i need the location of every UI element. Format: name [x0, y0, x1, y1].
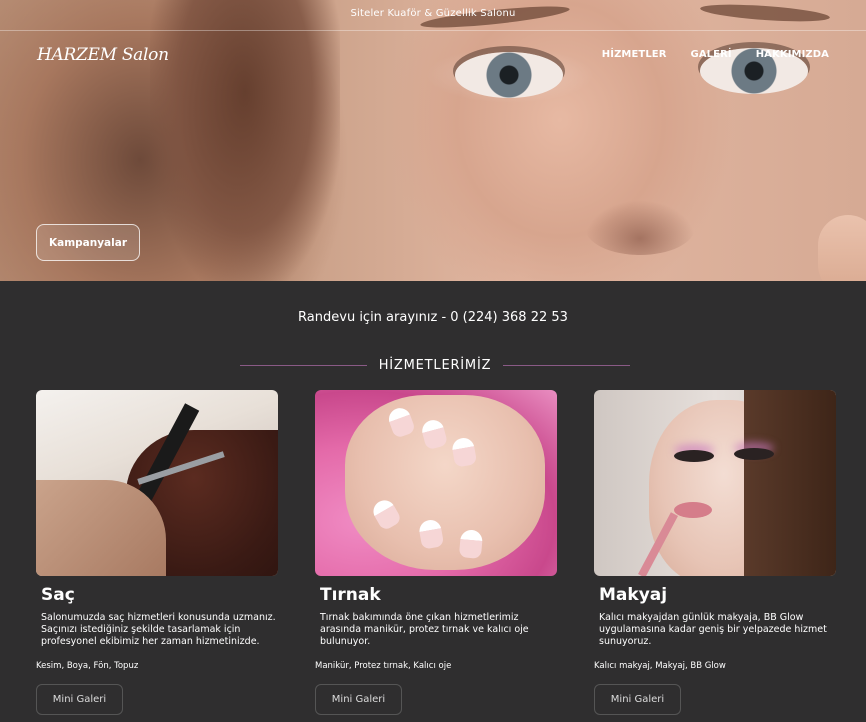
campaigns-button[interactable]: Kampanyalar — [36, 224, 140, 261]
heading-divider-left — [240, 365, 367, 366]
hero-image-hair — [150, 0, 340, 281]
hero-image-hand — [818, 215, 866, 281]
service-description: Kalıcı makyajdan günlük makyaja, BB Glow… — [599, 612, 827, 647]
mini-gallery-button-makeup[interactable]: Mini Galeri — [594, 684, 681, 715]
mini-gallery-button-nails[interactable]: Mini Galeri — [315, 684, 402, 715]
site-logo[interactable]: HARZEM Salon — [37, 45, 169, 65]
service-description: Tırnak bakımında öne çıkan hizmetlerimiz… — [320, 612, 529, 647]
nav-link-gallery[interactable]: GALERİ — [691, 49, 732, 60]
makeup-photo-hair — [744, 390, 836, 576]
makeup-photo-eye — [734, 448, 774, 460]
nails-photo-hand — [345, 395, 545, 570]
hero-image-nose — [585, 200, 695, 255]
services-heading-text: HİZMETLERİMİZ — [378, 358, 492, 373]
makeup-photo-lips — [674, 502, 712, 518]
services-heading: HİZMETLERİMİZ — [240, 358, 631, 373]
service-card-nails: Tırnak Tırnak bakımında öne çıkan hizmet… — [315, 390, 557, 715]
service-tags: Kesim, Boya, Fön, Topuz — [36, 661, 139, 671]
nav-link-about[interactable]: HAKKIMIZDA — [756, 49, 829, 60]
site-tagline: Siteler Kuaför & Güzellik Salonu — [350, 8, 516, 19]
header-divider — [0, 30, 866, 31]
service-title: Makyaj — [599, 585, 668, 605]
main-nav: HİZMETLER GALERİ HAKKIMIZDA — [602, 49, 829, 60]
nails-photo-nail — [458, 529, 484, 559]
service-title: Saç — [41, 585, 75, 605]
service-image-hair — [36, 390, 278, 576]
service-card-makeup: Makyaj Kalıcı makyajdan günlük makyaja, … — [594, 390, 836, 715]
service-tags: Kalıcı makyaj, Makyaj, BB Glow — [594, 661, 726, 671]
hero-image-eye-left — [455, 52, 563, 98]
hero-banner: Siteler Kuaför & Güzellik Salonu HARZEM … — [0, 0, 866, 281]
mini-gallery-button-hair[interactable]: Mini Galeri — [36, 684, 123, 715]
service-tags: Manikür, Protez tırnak, Kalıcı oje — [315, 661, 452, 671]
service-title: Tırnak — [320, 585, 381, 605]
service-card-hair: Saç Salonumuzda saç hizmetleri konusunda… — [36, 390, 278, 715]
service-image-makeup — [594, 390, 836, 576]
makeup-photo-eye — [674, 450, 714, 462]
heading-divider-right — [503, 365, 631, 366]
service-image-nails — [315, 390, 557, 576]
appointment-phone-text: Randevu için arayınız - 0 (224) 368 22 5… — [298, 310, 568, 325]
nav-link-services[interactable]: HİZMETLER — [602, 49, 667, 60]
service-description: Salonumuzda saç hizmetleri konusunda uzm… — [41, 612, 276, 647]
